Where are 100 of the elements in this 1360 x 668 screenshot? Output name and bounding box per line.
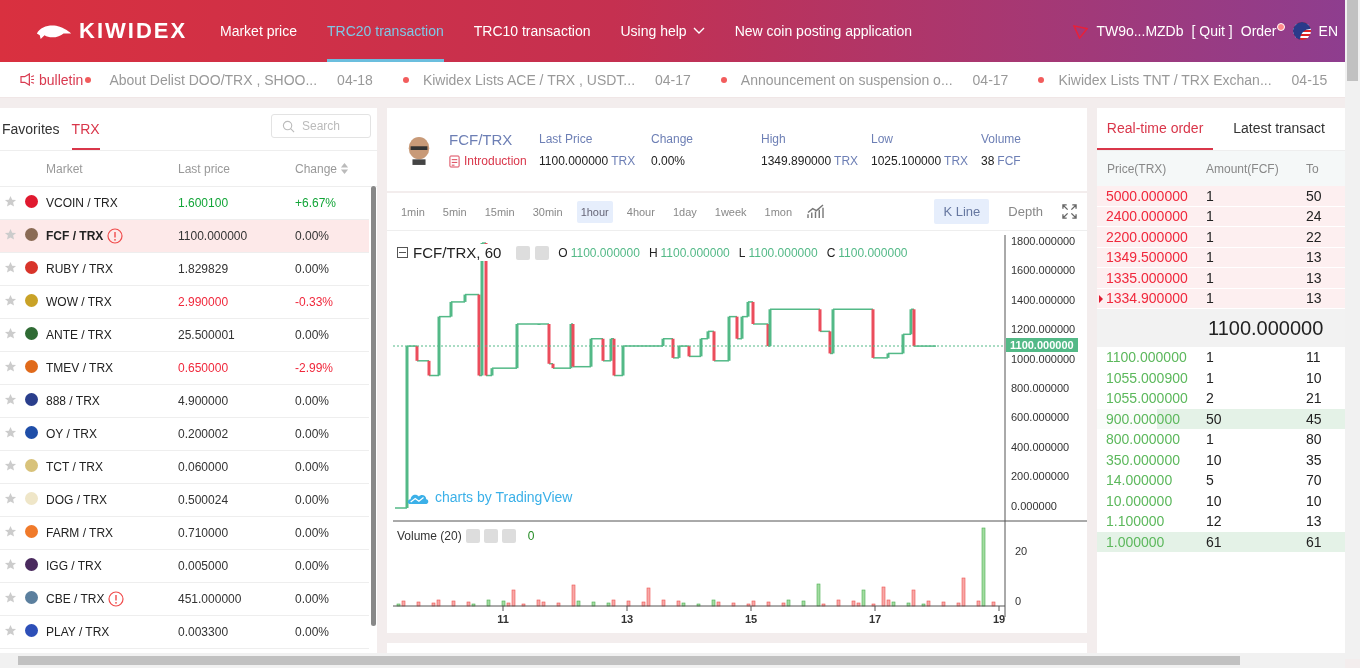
language-link[interactable]: EN (1318, 23, 1338, 39)
order-tab[interactable]: Latest transact (1213, 108, 1345, 150)
horizontal-scrollbar[interactable] (0, 653, 1345, 668)
fullscreen-icon[interactable] (1062, 204, 1077, 219)
stat-value: 1349.890000 (761, 153, 832, 168)
ask-price: 1335.000000 (1106, 269, 1189, 286)
star-icon[interactable] (4, 558, 17, 571)
star-icon[interactable] (4, 591, 17, 604)
interval-button[interactable]: 1mon (760, 200, 797, 223)
interval-button[interactable]: 1min (397, 200, 429, 223)
axis-tick-label: 0.000000 (1011, 499, 1057, 512)
market-row[interactable]: DOG / TRX 0.500024 0.00% (0, 484, 369, 517)
column-header: To (1306, 161, 1319, 176)
date-tick-label: 11 (496, 613, 510, 625)
market-tab[interactable]: TRX (71, 108, 100, 150)
volume-bar (416, 601, 421, 607)
interval-button[interactable]: 4hour (622, 200, 659, 223)
interval-button[interactable]: 1week (710, 200, 751, 223)
volume-bar (521, 603, 526, 607)
market-row[interactable]: OY / TRX 0.200002 0.00% (0, 418, 369, 451)
axis-tick-label: 20 (1015, 545, 1028, 557)
market-row[interactable]: TCT / TRX 0.060000 0.00% (0, 451, 369, 484)
eye-icon[interactable] (516, 245, 531, 260)
market-name: IGG / TRX (46, 559, 102, 573)
volume-bar (766, 601, 771, 607)
star-icon[interactable] (4, 525, 17, 538)
star-icon[interactable] (4, 294, 17, 307)
view-toggle[interactable]: Depth (999, 199, 1052, 224)
market-row[interactable]: RUBY / TRX 1.829829 0.00% (0, 253, 369, 286)
market-name: FCF / TRX (46, 229, 104, 243)
market-row[interactable]: WOW / TRX 2.990000 -0.33% (0, 286, 369, 319)
column-header: Last price (178, 161, 232, 176)
star-icon[interactable] (4, 327, 17, 340)
price-cell-text: 451.000000 (178, 592, 243, 606)
interval-button[interactable]: 30min (528, 200, 567, 223)
volume-bar (591, 601, 596, 607)
stat-label: Change (651, 131, 695, 146)
price-cell-text: 1.829829 (178, 262, 230, 276)
ohlc-key: L (738, 245, 746, 260)
settings-icon[interactable] (535, 245, 550, 260)
sort-icon[interactable] (340, 162, 350, 175)
interval-button[interactable]: 5min (438, 200, 471, 223)
page-scrollbar[interactable] (1345, 0, 1360, 659)
market-row[interactable]: ANTE / TRX 25.500001 0.00% (0, 319, 369, 352)
star-icon[interactable] (4, 360, 17, 373)
candle (901, 334, 905, 354)
collapse-icon[interactable] (397, 247, 408, 258)
market-row[interactable]: PLAY / TRX 0.003300 0.00% (0, 616, 369, 649)
news-link[interactable]: About Delist DOO/TRX , SHOO... (109, 71, 318, 88)
market-row[interactable]: FCF / TRX 1100.000000 0.00% (0, 220, 369, 253)
introduction-link[interactable]: Introduction (449, 154, 539, 168)
market-row[interactable]: IGG / TRX 0.005000 0.00% (0, 550, 369, 583)
star-icon[interactable] (4, 195, 17, 208)
eye-icon[interactable] (465, 529, 480, 543)
column-header[interactable]: Change (295, 161, 338, 176)
search-field[interactable]: Search (271, 114, 371, 138)
market-row[interactable]: CBE / TRX 451.000000 0.00% (0, 583, 369, 616)
axis-tick-label: 200.000000 (1011, 470, 1070, 483)
scrollbar-thumb[interactable] (371, 186, 376, 626)
star-icon[interactable] (4, 459, 17, 472)
nav-link[interactable]: TRC10 transaction (473, 0, 591, 62)
star-icon[interactable] (4, 624, 17, 637)
warning-icon (107, 228, 124, 244)
settings-icon[interactable] (483, 529, 498, 543)
star-icon[interactable] (4, 426, 17, 439)
close-icon[interactable] (501, 529, 516, 543)
date-tick-label: 13 (619, 613, 635, 625)
news-link[interactable]: Kiwidex Lists TNT / TRX Exchan... (1058, 71, 1272, 88)
market-tab[interactable]: Favorites (2, 108, 60, 150)
stat-unit: TRX (944, 153, 969, 168)
bid-price: 14.000000 (1106, 472, 1174, 489)
nav-link[interactable]: New coin posting application (734, 0, 913, 62)
nav-link[interactable]: Using help (620, 0, 705, 62)
quit-link[interactable]: [ Quit ] (1191, 23, 1233, 39)
candle (661, 338, 665, 347)
stat-unit: TRX (834, 153, 859, 168)
star-icon[interactable] (4, 393, 17, 406)
nav-link[interactable]: Market price (220, 0, 298, 62)
order-amount: 61 (1206, 533, 1223, 550)
interval-button[interactable]: 1hour (576, 200, 613, 223)
flat-candle (610, 337, 615, 340)
volume-bar (871, 603, 876, 607)
change-cell: 0.00% (295, 592, 330, 606)
market-row[interactable]: FARM / TRX 0.710000 0.00% (0, 517, 369, 550)
volume-bar (836, 599, 841, 607)
news-link[interactable]: Kiwidex Lists ACE / TRX , USDT... (422, 71, 636, 88)
market-row[interactable]: 888 / TRX 4.900000 0.00% (0, 385, 369, 418)
interval-button[interactable]: 15min (480, 200, 519, 223)
interval-button[interactable]: 1day (668, 200, 701, 223)
order-link[interactable]: Order (1240, 23, 1277, 39)
bid-price: 1055.000000 (1106, 390, 1189, 407)
market-row[interactable]: TMEV / TRX 0.650000 -2.99% (0, 352, 369, 385)
market-name: VCOIN / TRX (46, 196, 118, 210)
view-toggle[interactable]: K Line (934, 199, 990, 224)
star-icon[interactable] (4, 261, 17, 274)
star-icon[interactable] (4, 492, 17, 505)
star-icon[interactable] (4, 228, 17, 241)
market-name: PLAY / TRX (46, 625, 110, 639)
indicator-icon[interactable] (806, 204, 826, 219)
news-link[interactable]: Announcement on suspension o... (740, 71, 953, 88)
